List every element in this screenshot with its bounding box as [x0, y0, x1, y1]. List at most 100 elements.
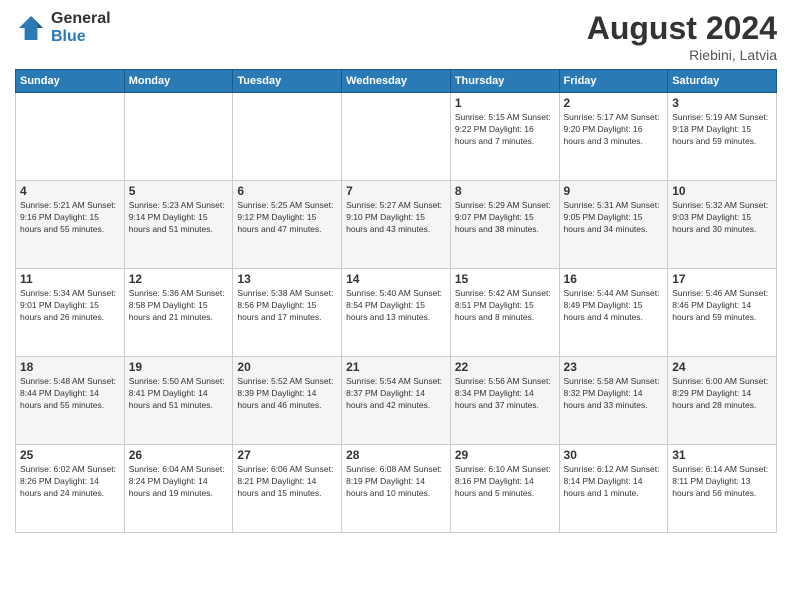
day-info: Sunrise: 5:21 AM Sunset: 9:16 PM Dayligh… — [20, 200, 120, 236]
day-number: 24 — [672, 360, 772, 374]
day-number: 30 — [564, 448, 664, 462]
day-number: 25 — [20, 448, 120, 462]
day-cell — [16, 93, 125, 181]
day-info: Sunrise: 5:19 AM Sunset: 9:18 PM Dayligh… — [672, 112, 772, 148]
day-info: Sunrise: 6:10 AM Sunset: 8:16 PM Dayligh… — [455, 464, 555, 500]
day-info: Sunrise: 5:54 AM Sunset: 8:37 PM Dayligh… — [346, 376, 446, 412]
day-number: 13 — [237, 272, 337, 286]
day-number: 10 — [672, 184, 772, 198]
day-number: 21 — [346, 360, 446, 374]
day-cell: 22Sunrise: 5:56 AM Sunset: 8:34 PM Dayli… — [450, 357, 559, 445]
day-cell: 21 Sunrise: 5:54 AM Sunset: 8:37 PM Dayli… — [342, 357, 451, 445]
day-info: Sunrise: 5:48 AM Sunset: 8:44 PM Dayligh… — [20, 376, 120, 412]
day-number: 12 — [129, 272, 229, 286]
logo-general: General — [51, 10, 111, 28]
header-wednesday: Wednesday — [342, 70, 451, 93]
day-info: Sunrise: 6:14 AM Sunset: 8:11 PM Dayligh… — [672, 464, 772, 500]
day-cell: 28 Sunrise: 6:08 AM Sunset: 8:19 PM Dayli… — [342, 445, 451, 533]
day-number: 15 — [455, 272, 555, 286]
day-number: 4 — [20, 184, 120, 198]
day-info: Sunrise: 6:06 AM Sunset: 8:21 PM Dayligh… — [237, 464, 337, 500]
day-info: Sunrise: 6:00 AM Sunset: 8:29 PM Dayligh… — [672, 376, 772, 412]
day-number: 7 — [346, 184, 446, 198]
day-info: Sunrise: 5:56 AM Sunset: 8:34 PM Dayligh… — [455, 376, 555, 412]
day-cell — [233, 93, 342, 181]
day-cell: 27Sunrise: 6:06 AM Sunset: 8:21 PM Dayli… — [233, 445, 342, 533]
day-info: Sunrise: 5:34 AM Sunset: 9:01 PM Dayligh… — [20, 288, 120, 324]
day-number: 29 — [455, 448, 555, 462]
day-info: Sunrise: 6:08 AM Sunset: 8:19 PM Dayligh… — [346, 464, 446, 500]
month-year: August 2024 — [587, 10, 777, 47]
location: Riebini, Latvia — [587, 47, 777, 63]
day-info: Sunrise: 5:40 AM Sunset: 8:54 PM Dayligh… — [346, 288, 446, 324]
day-number: 1 — [455, 96, 555, 110]
day-cell: 26 Sunrise: 6:04 AM Sunset: 8:24 PM Dayli… — [124, 445, 233, 533]
header: General Blue August 2024 Riebini, Latvia — [15, 10, 777, 63]
day-number: 5 — [129, 184, 229, 198]
day-cell: 11 Sunrise: 5:34 AM Sunset: 9:01 PM Dayli… — [16, 269, 125, 357]
logo-icon — [15, 12, 47, 44]
day-number: 19 — [129, 360, 229, 374]
calendar-table: Sunday Monday Tuesday Wednesday Thursday… — [15, 69, 777, 533]
logo-blue: Blue — [51, 28, 111, 46]
day-number: 16 — [564, 272, 664, 286]
day-cell — [342, 93, 451, 181]
header-saturday: Saturday — [668, 70, 777, 93]
header-sunday: Sunday — [16, 70, 125, 93]
day-info: Sunrise: 6:04 AM Sunset: 8:24 PM Dayligh… — [129, 464, 229, 500]
day-info: Sunrise: 5:25 AM Sunset: 9:12 PM Dayligh… — [237, 200, 337, 236]
day-number: 2 — [564, 96, 664, 110]
calendar-header: Sunday Monday Tuesday Wednesday Thursday… — [16, 70, 777, 93]
day-cell — [124, 93, 233, 181]
day-info: Sunrise: 5:27 AM Sunset: 9:10 PM Dayligh… — [346, 200, 446, 236]
day-number: 26 — [129, 448, 229, 462]
day-info: Sunrise: 5:44 AM Sunset: 8:49 PM Dayligh… — [564, 288, 664, 324]
day-info: Sunrise: 5:46 AM Sunset: 8:46 PM Dayligh… — [672, 288, 772, 324]
day-info: Sunrise: 5:42 AM Sunset: 8:51 PM Dayligh… — [455, 288, 555, 324]
day-info: Sunrise: 5:36 AM Sunset: 8:58 PM Dayligh… — [129, 288, 229, 324]
week-row-3: 11 Sunrise: 5:34 AM Sunset: 9:01 PM Dayli… — [16, 269, 777, 357]
day-info: Sunrise: 5:52 AM Sunset: 8:39 PM Dayligh… — [237, 376, 337, 412]
day-number: 20 — [237, 360, 337, 374]
header-thursday: Thursday — [450, 70, 559, 93]
day-cell: 18Sunrise: 5:48 AM Sunset: 8:44 PM Dayli… — [16, 357, 125, 445]
day-cell: 15 Sunrise: 5:42 AM Sunset: 8:51 PM Dayli… — [450, 269, 559, 357]
day-cell: 12 Sunrise: 5:36 AM Sunset: 8:58 PM Dayli… — [124, 269, 233, 357]
header-friday: Friday — [559, 70, 668, 93]
title-section: August 2024 Riebini, Latvia — [587, 10, 777, 63]
week-row-4: 18Sunrise: 5:48 AM Sunset: 8:44 PM Dayli… — [16, 357, 777, 445]
day-cell: 2Sunrise: 5:17 AM Sunset: 9:20 PM Daylig… — [559, 93, 668, 181]
logo-text: General Blue — [51, 10, 111, 45]
day-info: Sunrise: 5:31 AM Sunset: 9:05 PM Dayligh… — [564, 200, 664, 236]
day-info: Sunrise: 5:15 AM Sunset: 9:22 PM Dayligh… — [455, 112, 555, 148]
day-cell: 16 Sunrise: 5:44 AM Sunset: 8:49 PM Dayli… — [559, 269, 668, 357]
week-row-1: 1 Sunrise: 5:15 AM Sunset: 9:22 PM Daylig… — [16, 93, 777, 181]
day-cell: 14Sunrise: 5:40 AM Sunset: 8:54 PM Dayli… — [342, 269, 451, 357]
day-cell: 23Sunrise: 5:58 AM Sunset: 8:32 PM Dayli… — [559, 357, 668, 445]
day-number: 3 — [672, 96, 772, 110]
day-cell: 13 Sunrise: 5:38 AM Sunset: 8:56 PM Dayli… — [233, 269, 342, 357]
header-row: Sunday Monday Tuesday Wednesday Thursday… — [16, 70, 777, 93]
day-cell: 24 Sunrise: 6:00 AM Sunset: 8:29 PM Dayli… — [668, 357, 777, 445]
day-cell: 9 Sunrise: 5:31 AM Sunset: 9:05 PM Daylig… — [559, 181, 668, 269]
day-info: Sunrise: 5:23 AM Sunset: 9:14 PM Dayligh… — [129, 200, 229, 236]
week-row-5: 25 Sunrise: 6:02 AM Sunset: 8:26 PM Dayli… — [16, 445, 777, 533]
day-number: 28 — [346, 448, 446, 462]
day-number: 11 — [20, 272, 120, 286]
day-cell: 1 Sunrise: 5:15 AM Sunset: 9:22 PM Daylig… — [450, 93, 559, 181]
day-info: Sunrise: 5:32 AM Sunset: 9:03 PM Dayligh… — [672, 200, 772, 236]
day-info: Sunrise: 5:38 AM Sunset: 8:56 PM Dayligh… — [237, 288, 337, 324]
day-number: 6 — [237, 184, 337, 198]
day-cell: 6 Sunrise: 5:25 AM Sunset: 9:12 PM Daylig… — [233, 181, 342, 269]
day-cell: 30Sunrise: 6:12 AM Sunset: 8:14 PM Dayli… — [559, 445, 668, 533]
day-info: Sunrise: 6:02 AM Sunset: 8:26 PM Dayligh… — [20, 464, 120, 500]
day-info: Sunrise: 5:58 AM Sunset: 8:32 PM Dayligh… — [564, 376, 664, 412]
day-cell: 10 Sunrise: 5:32 AM Sunset: 9:03 PM Dayli… — [668, 181, 777, 269]
day-number: 9 — [564, 184, 664, 198]
week-row-2: 4 Sunrise: 5:21 AM Sunset: 9:16 PM Daylig… — [16, 181, 777, 269]
day-cell: 17Sunrise: 5:46 AM Sunset: 8:46 PM Dayli… — [668, 269, 777, 357]
calendar-body: 1 Sunrise: 5:15 AM Sunset: 9:22 PM Daylig… — [16, 93, 777, 533]
header-monday: Monday — [124, 70, 233, 93]
day-cell: 25 Sunrise: 6:02 AM Sunset: 8:26 PM Dayli… — [16, 445, 125, 533]
day-cell: 4 Sunrise: 5:21 AM Sunset: 9:16 PM Daylig… — [16, 181, 125, 269]
